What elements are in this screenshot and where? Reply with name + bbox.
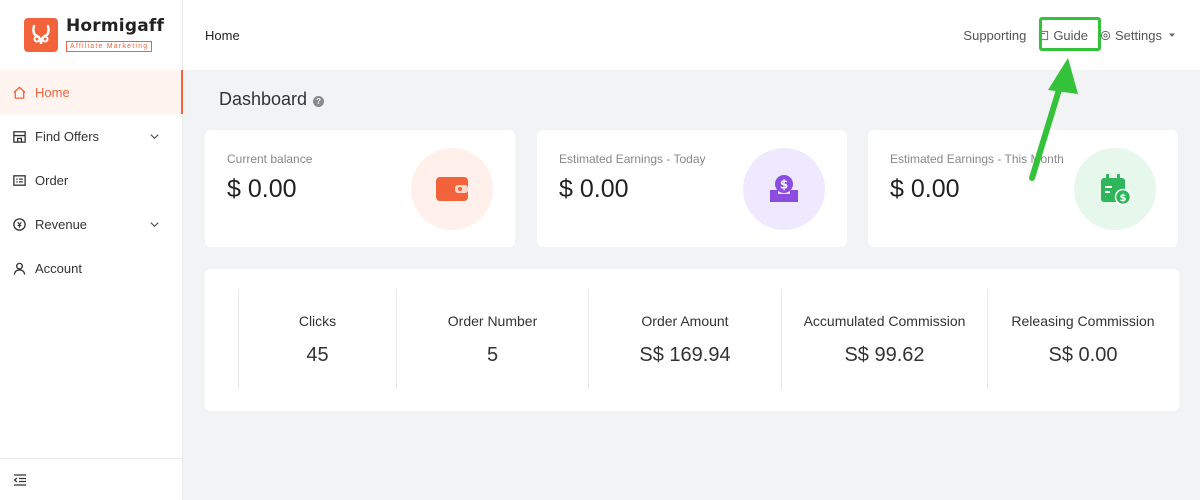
stat-label: Releasing Commission (1011, 313, 1155, 329)
breadcrumb: Home (205, 27, 240, 43)
sidebar-item-home[interactable]: Home (0, 70, 183, 114)
stat-releasing-commission: Releasing Commission S$ 0.00 (988, 289, 1178, 389)
settings-icon (1100, 30, 1111, 40)
svg-text:$: $ (780, 178, 788, 192)
card-label: Estimated Earnings - This Month (890, 152, 1064, 166)
stat-clicks: Clicks 45 (239, 289, 396, 389)
stat-value: S$ 0.00 (1048, 344, 1118, 366)
revenue-icon (13, 217, 26, 231)
wallet-icon (411, 148, 493, 230)
supporting-link[interactable]: Supporting (963, 28, 1026, 43)
stat-value: 5 (486, 344, 499, 366)
sidebar-item-label: Home (35, 84, 70, 100)
stats-panel: Clicks 45 Order Number 5 Order Amount S$… (205, 269, 1179, 411)
sidebar-item-label: Revenue (35, 216, 88, 232)
sidebar-item-label: Find Offers (35, 128, 100, 144)
stat-label: Order Number (447, 313, 538, 329)
chevron-down-icon[interactable] (149, 131, 160, 142)
sidebar: Hormigaff Affiliate Marketing Home Find … (0, 0, 183, 500)
logo-name: Hormigaff (66, 16, 165, 36)
stat-value: 45 (306, 344, 329, 366)
caret-down-icon (1169, 33, 1175, 37)
page-title: Dashboard ? (219, 89, 325, 110)
today-earnings-card: Estimated Earnings - Today $ 0.00 $ (537, 130, 847, 247)
user-icon (13, 262, 26, 275)
card-value: $ 0.00 (559, 175, 629, 203)
page-title-text: Dashboard (219, 89, 308, 109)
stat-label: Accumulated Commission (803, 313, 966, 329)
card-label: Estimated Earnings - Today (559, 152, 706, 166)
stat-accumulated-commission: Accumulated Commission S$ 99.62 (782, 289, 987, 389)
stat-value: S$ 169.94 (639, 344, 731, 366)
stat-label: Clicks (298, 313, 337, 329)
order-icon (13, 174, 26, 186)
sidebar-item-find-offers[interactable]: Find Offers (0, 114, 182, 158)
month-earnings-card: Estimated Earnings - This Month $ 0.00 $ (868, 130, 1178, 247)
card-value: $ 0.00 (227, 175, 297, 203)
logo-tagline: Affiliate Marketing (66, 41, 153, 52)
calendar-dollar-icon: $ (1074, 148, 1156, 230)
stat-order-amount: Order Amount S$ 169.94 (589, 289, 781, 389)
sidebar-item-account[interactable]: Account (0, 246, 182, 290)
logo[interactable]: Hormigaff Affiliate Marketing (0, 0, 182, 70)
stat-label: Order Amount (641, 313, 729, 329)
logo-mark-icon (24, 18, 58, 52)
sidebar-item-label: Account (35, 260, 82, 276)
home-icon (13, 86, 26, 99)
chevron-down-icon[interactable] (149, 219, 160, 230)
supporting-label: Supporting (963, 27, 1027, 43)
money-tray-icon: $ (743, 148, 825, 230)
stat-order-number: Order Number 5 (397, 289, 588, 389)
settings-menu[interactable]: Settings (1100, 28, 1176, 43)
stat-value: S$ 99.62 (844, 344, 925, 366)
guide-highlight-box (1039, 17, 1101, 51)
help-icon[interactable]: ? (313, 96, 325, 107)
card-value: $ 0.00 (890, 175, 960, 203)
svg-text:$: $ (1120, 193, 1127, 204)
card-label: Current balance (227, 152, 313, 166)
sidebar-item-label: Order (35, 172, 69, 188)
sidebar-item-revenue[interactable]: Revenue (0, 202, 182, 246)
menu-collapse-icon[interactable] (13, 473, 27, 487)
balance-card: Current balance $ 0.00 (205, 130, 515, 247)
store-icon (13, 130, 26, 143)
sidebar-item-order[interactable]: Order (0, 158, 182, 202)
settings-label: Settings (1115, 27, 1162, 43)
sidebar-footer (0, 458, 182, 500)
